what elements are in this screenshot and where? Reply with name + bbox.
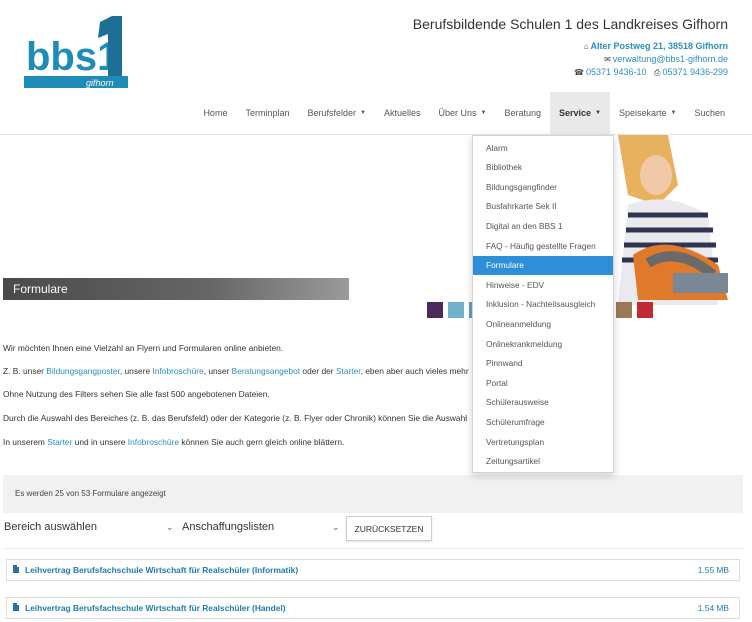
dropdown-item[interactable]: Pinnwand [473,354,613,373]
nav-berufsfelder-label: Berufsfelder [307,108,357,118]
caret-down-icon: ▼ [480,110,487,116]
nav-home[interactable]: Home [194,92,236,134]
hero-banner: Formulare [0,135,752,325]
nav-speisekarte-label: Speisekarte [618,108,667,118]
nav-suchen[interactable]: Suchen [685,92,734,134]
file-name[interactable]: Leihvertrag Berufsfachschule Wirtschaft … [25,565,298,575]
results-count: Es werden 25 von 53 Formulare angezeigt [15,489,166,498]
nav-beratung-label: Beratung [504,108,541,118]
nav-terminplan-label: Terminplan [245,108,290,118]
logo-text: bbs1 [26,35,119,79]
infobroschuere-link[interactable]: Infobroschüre [152,366,203,376]
dropdown-item[interactable]: Onlineanmeldung [473,314,613,333]
nav-service-label: Service [559,108,592,118]
dropdown-item[interactable]: Onlinekrankmeldung [473,334,613,353]
divider [3,548,743,549]
filter-info-line: Ohne Nutzung des Filters sehen Sie alle … [3,389,270,399]
bereich-select[interactable]: Bereich auswählen ⌄ [4,516,176,538]
service-dropdown-menu: Alarm Bibliothek Bildungsgangfinder Busfahr… [472,135,614,473]
bildungsgangposter-link[interactable]: Bildungsgangposter [46,366,120,376]
fax-icon: ⎙ [654,68,661,77]
dropdown-item[interactable]: Hinweise - EDV [473,275,613,294]
file-name[interactable]: Leihvertrag Berufsfachschule Wirtschaft … [25,603,286,613]
dropdown-item[interactable]: Bildungsgangfinder [473,177,613,196]
document-icon [13,565,19,573]
dropdown-item[interactable]: Inklusion - Nachteilsausgleich [473,295,613,314]
main-nav: Home Terminplan Berufsfelder ▼ Aktuelles … [194,92,734,134]
nav-ueber-uns-label: Über Uns [438,108,477,118]
dropdown-item[interactable]: Schülerumfrage [473,412,613,431]
dropdown-item[interactable]: Digital an den BBS 1 [473,216,613,235]
text: oder der [300,366,336,376]
dropdown-item[interactable]: Bibliothek [473,158,613,177]
address-text: Alter Postweg 21, 38518 Gifhorn [590,41,728,51]
text: Z. B. unser [3,366,47,376]
nav-suchen-label: Suchen [694,108,725,118]
nav-terminplan[interactable]: Terminplan [236,92,298,134]
text: und in unsere [72,437,128,447]
results-count-bar: Es werden 25 von 53 Formulare angezeigt [3,475,743,513]
phone-link[interactable]: 05371 9436-10 [586,67,647,77]
bereich-select-value: Bereich auswählen [4,521,97,533]
text: , unser [203,366,232,376]
intro-line: Wir möchten Ihnen eine Vielzahl an Flyer… [3,343,284,353]
home-icon: ⌂ [583,42,589,51]
envelope-icon: ✉ [604,55,611,64]
nav-service[interactable]: Service ▼ [550,92,610,134]
text: , eben aber auch vieles mehr [360,366,469,376]
nav-aktuelles[interactable]: Aktuelles [375,92,430,134]
kategorie-select-value: Anschaffungslisten [182,521,275,533]
file-size: 1.55 MB [697,565,729,575]
kategorie-select[interactable]: Anschaffungslisten ⌄ [182,516,342,538]
text: In unserem [3,437,48,447]
reset-button[interactable]: ZURÜCKSETZEN [346,516,432,541]
dropdown-item[interactable]: Busfahrkarte Sek II [473,197,613,216]
color-swatch [448,302,464,318]
page-title: Formulare [13,282,68,296]
caret-down-icon: ▼ [670,110,677,116]
color-swatch [616,302,632,318]
color-swatch [637,302,653,318]
nav-beratung[interactable]: Beratung [495,92,550,134]
phone-icon: ☎ [573,68,584,77]
dropdown-item[interactable]: Zeitungsartikel [473,452,613,471]
page-title-band: Formulare [3,278,349,300]
nav-aktuelles-label: Aktuelles [383,108,421,118]
file-row[interactable]: Leihvertrag Berufsfachschule Wirtschaft … [6,597,740,619]
dropdown-item[interactable]: FAQ - Häufig gestellte Fragen [473,236,613,255]
beratungsangebot-link[interactable]: Beratungsangebot [232,366,300,376]
starter-link[interactable]: Starter [336,366,361,376]
document-icon [13,603,19,611]
text: können Sie auch gern gleich online blätt… [179,437,345,447]
chevron-down-icon: ⌄ [166,521,174,532]
bbs1-logo[interactable]: bbs1 gifhorn [24,16,128,92]
caret-down-icon: ▼ [595,110,601,116]
file-size: 1.54 MB [697,603,729,613]
email-link[interactable]: verwaltung@bbs1-gifhorn.de [613,54,728,64]
starter-link-2[interactable]: Starter [47,437,72,447]
selection-info-line: Durch die Auswahl des Bereiches (z. B. d… [3,413,468,423]
site-title: Berufsbildende Schulen 1 des Landkreises… [412,16,728,32]
file-row[interactable]: Leihvertrag Berufsfachschule Wirtschaft … [6,559,740,581]
text: , unsere [119,366,153,376]
nav-speisekarte[interactable]: Speisekarte ▼ [610,92,685,134]
dropdown-item[interactable]: Portal [473,373,613,392]
links-line: Z. B. unser Bildungsgangposter, unsere I… [3,366,469,376]
chevron-down-icon: ⌄ [332,521,340,532]
dropdown-item[interactable]: Alarm [473,138,613,157]
nav-ueber-uns[interactable]: Über Uns ▼ [430,92,496,134]
dropdown-item[interactable]: Vertretungsplan [473,432,613,451]
dropdown-item[interactable]: Formulare [473,255,613,275]
nav-berufsfelder[interactable]: Berufsfelder ▼ [298,92,374,134]
dropdown-item[interactable]: Schülerausweise [473,393,613,412]
fax-text: 05371 9436-299 [662,67,728,77]
contact-info: ⌂ Alter Postweg 21, 38518 Gifhorn ✉ verwal… [574,40,728,79]
infobroschuere-link-2[interactable]: Infobroschüre [128,437,179,447]
caret-down-icon: ▼ [360,110,366,116]
hero-student-image [598,135,752,305]
nav-home-label: Home [203,108,228,118]
logo-subtext: gifhorn [86,78,114,88]
color-swatch [427,302,443,318]
starter-info-line: In unserem Starter und in unsere Infobro… [3,437,344,447]
